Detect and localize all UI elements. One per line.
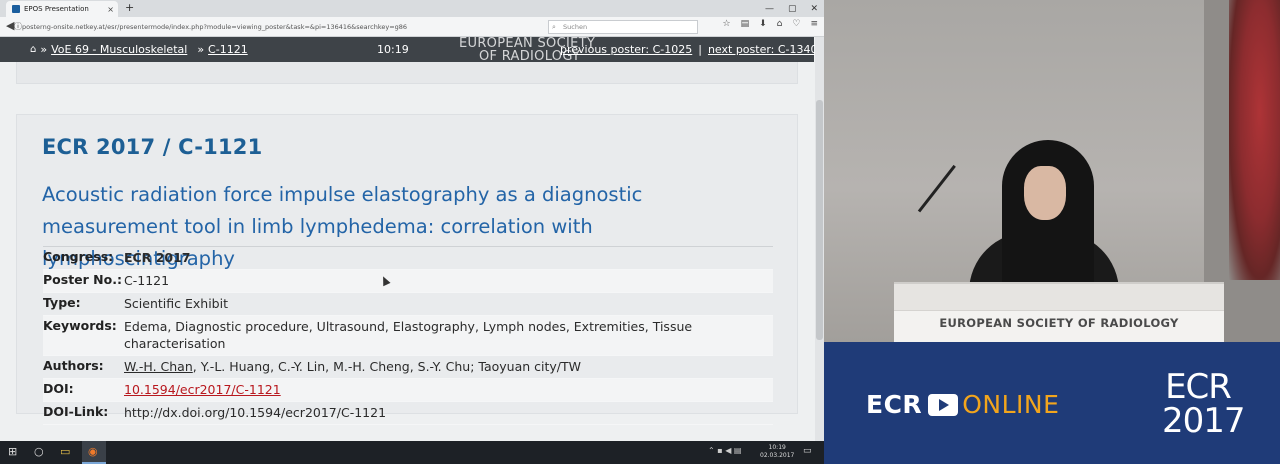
browser-tab-bar: EPOS Presentation × + — ▢ ✕ — [0, 0, 824, 17]
ecr-big-text: ECR — [1165, 367, 1232, 407]
poster-metadata-table: Congress: ECR 2017 Poster No.: C-1121 Ty… — [43, 246, 773, 425]
breadcrumb-separator: » — [40, 43, 48, 56]
window-controls: — ▢ ✕ — [765, 0, 818, 17]
ecr-2017-logo: ECR 2017 — [1162, 367, 1246, 441]
poster-pager: previous poster: C-1025 | next poster: C… — [560, 43, 818, 56]
system-date: 02.03.2017 — [760, 452, 795, 459]
menu-icon[interactable]: ≡ — [810, 19, 818, 29]
windows-taskbar: ⊞ ○ ▭ ◉ ⌃ ▪ ◀ ▤ 10:19 02.03.2017 ▭ — [0, 441, 824, 464]
cortana-search-icon[interactable]: ○ — [34, 445, 44, 458]
meta-value: ECR 2017 — [124, 250, 191, 265]
poster-id-heading: ECR 2017 / C-1121 — [42, 135, 263, 159]
system-clock: 10:19 02.03.2017 — [760, 444, 794, 460]
breadcrumb: ⌂ » VoE 69 - Musculoskeletal » C-1121 — [30, 43, 248, 56]
meta-row-authors: Authors: W.-H. Chan, Y.-L. Huang, C.-Y. … — [43, 356, 773, 379]
presentation-clock: 10:19 — [377, 43, 409, 56]
notification-icon[interactable]: ▭ — [803, 446, 812, 456]
meta-row-doi: DOI: 10.1594/ecr2017/C-1121 — [43, 379, 773, 402]
new-tab-button[interactable]: + — [125, 1, 134, 14]
screen-capture: EPOS Presentation × + — ▢ ✕ ◀ ⓘ posterng… — [0, 0, 824, 464]
favicon-icon — [12, 5, 20, 13]
meta-label: Type: — [43, 295, 81, 310]
home-icon[interactable]: ⌂ — [777, 19, 783, 29]
meta-row-keywords: Keywords: Edema, Diagnostic procedure, U… — [43, 316, 773, 356]
meta-label: DOI-Link: — [43, 404, 109, 419]
speaker-face — [1024, 166, 1066, 220]
maximize-icon[interactable]: ▢ — [788, 4, 797, 14]
backdrop-flower-image — [1229, 0, 1280, 280]
minimize-icon[interactable]: — — [765, 4, 774, 14]
meta-value: W.-H. Chan, Y.-L. Huang, C.-Y. Lin, M.-H… — [124, 358, 773, 375]
library-icon[interactable]: ▤ — [741, 19, 750, 29]
meta-value: 10.1594/ecr2017/C-1121 — [124, 381, 773, 398]
meta-row-type: Type: Scientific Exhibit — [43, 293, 773, 316]
meta-label: Congress: — [43, 249, 114, 264]
ecr-online-banner: ECR ONLINE ECR 2017 — [824, 342, 1280, 464]
poster-card: ECR 2017 / C-1121 Acoustic radiation for… — [16, 114, 798, 425]
meta-row-poster-no: Poster No.: C-1121 — [43, 270, 773, 293]
meta-value: Edema, Diagnostic procedure, Ultrasound,… — [124, 319, 693, 351]
next-poster-link[interactable]: next poster: C-1340 — [708, 43, 818, 56]
scrollbar-thumb[interactable] — [816, 100, 823, 340]
meta-value: C-1121 — [124, 273, 170, 288]
meta-value: Scientific Exhibit — [124, 296, 228, 311]
meta-row-congress: Congress: ECR 2017 — [43, 247, 773, 270]
start-icon[interactable]: ⊞ — [8, 445, 17, 458]
tab-title: EPOS Presentation — [24, 5, 89, 13]
previous-card-edge — [16, 62, 798, 84]
site-info-icon[interactable]: ⓘ — [14, 21, 22, 32]
ecr-text: ECR — [866, 390, 923, 419]
meta-label: Poster No.: — [43, 272, 122, 287]
address-bar: ◀ ⓘ posterng-onsite.netkey.at/esr/presen… — [0, 17, 824, 37]
firefox-icon[interactable]: ◉ — [88, 445, 98, 458]
doi-url: http://dx.doi.org/10.1594/ecr2017/C-1121 — [124, 405, 387, 420]
browser-toolbar-icons: ☆ ▤ ⬇ ⌂ ♡ ≡ — [723, 19, 818, 29]
online-text: ONLINE — [962, 390, 1060, 419]
meta-row-doi-link: DOI-Link: http://dx.doi.org/10.1594/ecr2… — [43, 402, 773, 425]
other-authors: , Y.-L. Huang, C.-Y. Lin, M.-H. Cheng, S… — [192, 359, 581, 374]
play-icon — [928, 393, 959, 416]
home-icon[interactable]: ⌂ — [30, 44, 36, 55]
file-explorer-icon[interactable]: ▭ — [60, 445, 70, 458]
breadcrumb-poster-link[interactable]: C-1121 — [208, 43, 248, 56]
poster-navigation-bar: ⌂ » VoE 69 - Musculoskeletal » C-1121 10… — [0, 37, 818, 63]
tab-close-icon[interactable]: × — [107, 5, 114, 14]
browser-tab[interactable]: EPOS Presentation × — [6, 1, 118, 17]
breadcrumb-section-link[interactable]: VoE 69 - Musculoskeletal — [51, 43, 187, 56]
download-icon[interactable]: ⬇ — [759, 19, 767, 29]
podium-sign-text: EUROPEAN SOCIETY OF RADIOLOGY — [939, 316, 1179, 330]
previous-poster-link[interactable]: previous poster: C-1025 — [560, 43, 692, 56]
url-field[interactable]: posterng-onsite.netkey.at/esr/presenterm… — [22, 20, 442, 34]
breadcrumb-separator: » — [197, 43, 205, 56]
doi-link[interactable]: 10.1594/ecr2017/C-1121 — [124, 382, 281, 397]
system-tray[interactable]: ⌃ ▪ ◀ ▤ — [708, 446, 741, 455]
pocket-icon[interactable]: ♡ — [792, 19, 800, 29]
meta-label: DOI: — [43, 381, 74, 396]
ecr-year-text: 2017 — [1162, 401, 1246, 441]
meta-label: Keywords: — [43, 318, 117, 333]
system-time: 10:19 — [768, 444, 786, 451]
bookmark-star-icon[interactable]: ☆ — [723, 19, 731, 29]
speaker-video: EUROPEAN SOCIETY OF RADIOLOGY — [824, 0, 1280, 342]
meta-label: Authors: — [43, 358, 104, 373]
ecr-online-logo: ECR ONLINE — [866, 390, 1059, 419]
search-icon: ⌕ — [552, 23, 556, 31]
search-input[interactable]: ⌕ Suchen — [548, 20, 698, 34]
close-window-icon[interactable]: ✕ — [810, 4, 818, 14]
microphone-icon — [917, 164, 956, 213]
search-placeholder: Suchen — [563, 23, 588, 31]
first-author-link[interactable]: W.-H. Chan — [124, 359, 193, 374]
pager-divider: | — [698, 43, 702, 56]
